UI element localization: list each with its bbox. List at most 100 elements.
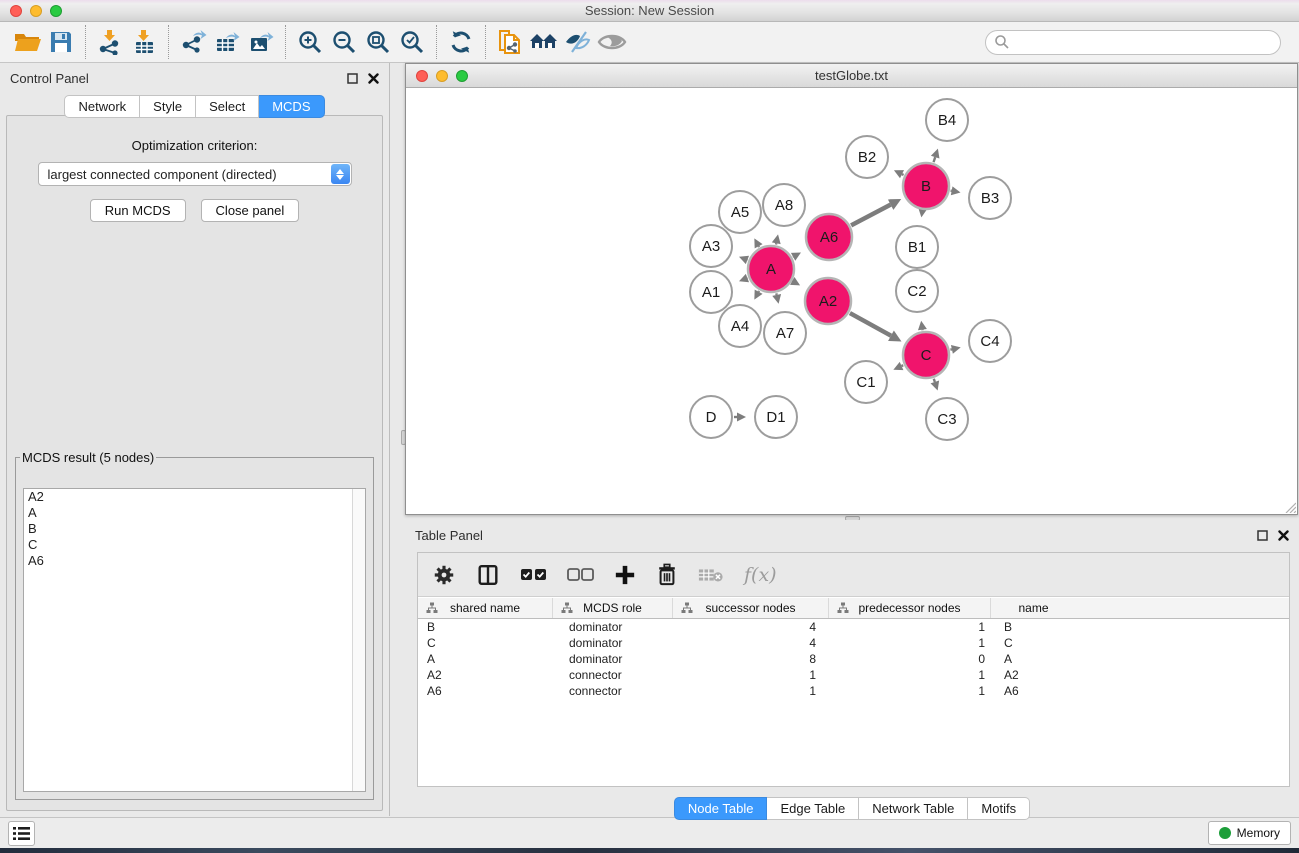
delete-column-icon[interactable]	[698, 566, 724, 584]
run-mcds-button[interactable]: Run MCDS	[90, 199, 186, 222]
resize-grip-icon[interactable]	[1283, 500, 1296, 513]
tab-motifs[interactable]: Motifs	[968, 797, 1030, 820]
deselect-all-icon[interactable]	[567, 567, 594, 583]
mcds-result-list[interactable]: A2ABCA6	[23, 488, 366, 792]
mcds-result-item[interactable]: C	[24, 537, 365, 553]
table-cell[interactable]: connector	[553, 667, 673, 683]
float-panel-icon[interactable]	[347, 73, 358, 84]
graph-edge-A2-C[interactable]	[850, 313, 891, 336]
network-graph[interactable]: AA1A2A3A4A5A6A7A8BB1B2B3B4CC1C2C3C4DD1	[406, 88, 1297, 514]
column-header-name[interactable]: name	[991, 598, 1076, 618]
tab-network[interactable]: Network	[64, 95, 140, 118]
tab-node-table[interactable]: Node Table	[674, 797, 768, 820]
table-cell[interactable]	[1076, 651, 1289, 667]
column-header-successor-nodes[interactable]: successor nodes	[673, 598, 829, 618]
settings-gear-icon[interactable]	[432, 563, 456, 587]
table-cell[interactable]: connector	[553, 683, 673, 699]
zoom-selected-icon[interactable]	[395, 25, 429, 59]
table-cell[interactable]: 8	[673, 651, 829, 667]
home-icon[interactable]	[527, 25, 561, 59]
mcds-result-item[interactable]: A	[24, 505, 365, 521]
criterion-select[interactable]: largest connected component (directed)	[38, 162, 352, 186]
graph-edge-A6-B[interactable]	[851, 205, 890, 226]
export-table-icon[interactable]	[210, 25, 244, 59]
table-cell[interactable]: A	[991, 651, 1076, 667]
table-cell[interactable]: C	[418, 635, 553, 651]
mcds-result-item[interactable]: A2	[24, 489, 365, 505]
table-row[interactable]: A6connector11A6	[418, 683, 1289, 699]
table-cell[interactable]: 1	[829, 635, 991, 651]
import-network-icon[interactable]	[93, 25, 127, 59]
hide-detail-icon[interactable]	[561, 25, 595, 59]
network-window-titlebar[interactable]: testGlobe.txt	[406, 64, 1297, 88]
table-cell[interactable]: A	[418, 651, 553, 667]
graph-edge-B-B2[interactable]	[902, 174, 904, 175]
export-image-icon[interactable]	[244, 25, 278, 59]
table-row[interactable]: Bdominator41B	[418, 619, 1289, 635]
table-cell[interactable]: A2	[418, 667, 553, 683]
float-panel-icon[interactable]	[1257, 530, 1268, 541]
table-cell[interactable]: dominator	[553, 635, 673, 651]
column-header-shared-name[interactable]: shared name	[418, 598, 553, 618]
save-session-icon[interactable]	[44, 25, 78, 59]
table-cell[interactable]: A2	[991, 667, 1076, 683]
table-row[interactable]: A2connector11A2	[418, 667, 1289, 683]
table-cell[interactable]: 1	[829, 619, 991, 635]
graph-edge-C-C3[interactable]	[934, 379, 935, 382]
table-cell[interactable]: dominator	[553, 651, 673, 667]
table-row[interactable]: Cdominator41C	[418, 635, 1289, 651]
table-cell[interactable]: 1	[673, 667, 829, 683]
close-panel-icon[interactable]	[1278, 530, 1289, 541]
tab-select[interactable]: Select	[196, 95, 259, 118]
zoom-fit-icon[interactable]	[361, 25, 395, 59]
table-cell[interactable]: dominator	[553, 619, 673, 635]
graph-edge-C-C1[interactable]	[902, 365, 904, 366]
show-eye-icon[interactable]	[595, 25, 629, 59]
open-session-icon[interactable]	[10, 25, 44, 59]
apply-function-icon[interactable]: f(x)	[744, 564, 777, 586]
table-row[interactable]: Adominator80A	[418, 651, 1289, 667]
table-cell[interactable]	[1076, 667, 1289, 683]
zoom-out-icon[interactable]	[327, 25, 361, 59]
tab-network-table[interactable]: Network Table	[859, 797, 968, 820]
mcds-result-item[interactable]: A6	[24, 553, 365, 569]
table-cell[interactable]: 0	[829, 651, 991, 667]
table-cell[interactable]: B	[991, 619, 1076, 635]
table-cell[interactable]: 1	[829, 667, 991, 683]
graph-edge-B-B4[interactable]	[934, 157, 936, 162]
table-cell[interactable]	[1076, 635, 1289, 651]
table-cell[interactable]: A6	[991, 683, 1076, 699]
delete-row-icon[interactable]	[656, 563, 678, 587]
network-canvas[interactable]: AA1A2A3A4A5A6A7A8BB1B2B3B4CC1C2C3C4DD1	[406, 88, 1297, 514]
table-cell[interactable]: 1	[673, 683, 829, 699]
search-field[interactable]	[985, 30, 1281, 55]
memory-button[interactable]: Memory	[1208, 821, 1291, 845]
search-input[interactable]	[1010, 32, 1280, 52]
task-history-button[interactable]	[8, 821, 35, 846]
table-cell[interactable]: 1	[829, 683, 991, 699]
table-cell[interactable]: 4	[673, 635, 829, 651]
table-cell[interactable]: 4	[673, 619, 829, 635]
table-cell[interactable]	[1076, 619, 1289, 635]
table-cell[interactable]: B	[418, 619, 553, 635]
tab-edge-table[interactable]: Edge Table	[767, 797, 859, 820]
column-header-predecessor-nodes[interactable]: predecessor nodes	[829, 598, 991, 618]
close-panel-icon[interactable]	[368, 73, 379, 84]
export-network-icon[interactable]	[176, 25, 210, 59]
zoom-in-icon[interactable]	[293, 25, 327, 59]
column-header-MCDS-role[interactable]: MCDS role	[553, 598, 673, 618]
tab-mcds[interactable]: MCDS	[259, 95, 324, 118]
close-panel-button[interactable]: Close panel	[201, 199, 300, 222]
table-cell[interactable]: A6	[418, 683, 553, 699]
scrollbar-track[interactable]	[352, 489, 365, 791]
select-all-icon[interactable]	[520, 567, 547, 583]
show-columns-icon[interactable]	[476, 563, 500, 587]
add-row-icon[interactable]	[614, 564, 636, 586]
table-cell[interactable]	[1076, 683, 1289, 699]
tab-style[interactable]: Style	[140, 95, 196, 118]
open-network-file-icon[interactable]	[493, 25, 527, 59]
refresh-icon[interactable]	[444, 25, 478, 59]
mcds-result-item[interactable]: B	[24, 521, 365, 537]
import-table-icon[interactable]	[127, 25, 161, 59]
table-cell[interactable]: C	[991, 635, 1076, 651]
